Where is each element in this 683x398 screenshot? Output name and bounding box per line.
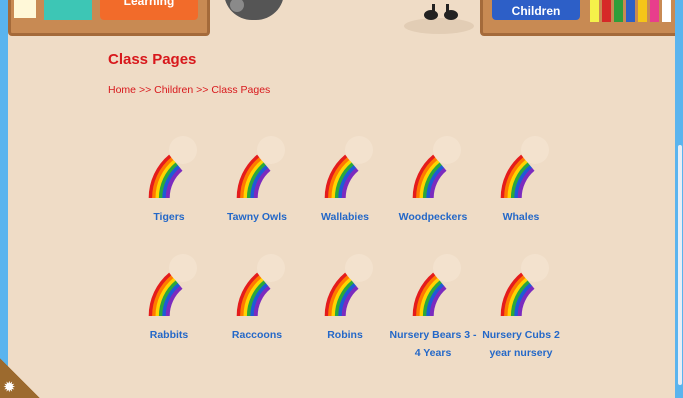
- gear-icon: ✹: [3, 379, 16, 396]
- menu-block[interactable]: [14, 0, 36, 18]
- settings-corner[interactable]: ✹: [0, 358, 40, 398]
- menu-block-teal[interactable]: [44, 0, 92, 20]
- rainbow-icon: [301, 236, 389, 318]
- book: [662, 0, 671, 22]
- class-name: Tigers: [153, 211, 185, 223]
- rainbow-icon: [125, 236, 213, 318]
- book: [638, 0, 647, 22]
- book: [614, 0, 623, 22]
- class-card-raccoons[interactable]: Raccoons: [213, 236, 301, 362]
- scrollbar-thumb[interactable]: [678, 145, 682, 385]
- class-name: Wallabies: [320, 211, 370, 223]
- scrollbar[interactable]: [675, 0, 683, 398]
- page-title: Class Pages: [108, 51, 197, 68]
- nav-learning-button[interactable]: Learning: [100, 0, 198, 20]
- class-name: Tawny Owls: [227, 211, 287, 223]
- class-name: Rabbits: [149, 329, 189, 341]
- class-name: Woodpeckers: [398, 211, 468, 223]
- class-card-whales[interactable]: Whales: [477, 118, 565, 226]
- mascot-image: [224, 0, 284, 20]
- class-name: Raccoons: [231, 329, 283, 341]
- page: Learning Children Class Pages Home >> Ch…: [8, 0, 675, 398]
- class-card-robins[interactable]: Robins: [301, 236, 389, 362]
- rainbow-icon: [389, 118, 477, 200]
- class-name: Nursery Cubs 2 year nursery: [482, 329, 560, 359]
- book: [602, 0, 611, 22]
- rainbow-icon: [125, 118, 213, 200]
- rainbow-icon: [477, 118, 565, 200]
- class-card-woodpeckers[interactable]: Woodpeckers: [389, 118, 477, 226]
- class-card-nursery-cubs[interactable]: Nursery Cubs 2 year nursery: [477, 236, 565, 362]
- book: [626, 0, 635, 22]
- breadcrumb-separator: >>: [138, 84, 152, 96]
- book: [590, 0, 599, 22]
- class-card-nursery-bears[interactable]: Nursery Bears 3 - 4 Years: [389, 236, 477, 362]
- rainbow-icon: [477, 236, 565, 318]
- breadcrumb: Home >> Children >> Class Pages: [108, 84, 270, 96]
- rainbow-icon: [301, 118, 389, 200]
- books-decoration: [590, 0, 675, 22]
- breadcrumb-separator: >>: [196, 84, 209, 96]
- class-card-tawny-owls[interactable]: Tawny Owls: [213, 118, 301, 226]
- nav-children-button[interactable]: Children: [492, 0, 580, 20]
- breadcrumb-current: Class Pages: [211, 84, 271, 96]
- breadcrumb-home-link[interactable]: Home: [108, 84, 136, 96]
- rainbow-icon: [213, 118, 301, 200]
- breadcrumb-children-link[interactable]: Children: [154, 84, 193, 96]
- class-name: Robins: [327, 329, 363, 341]
- book: [650, 0, 659, 22]
- class-name: Whales: [502, 211, 540, 223]
- class-name: Nursery Bears 3 - 4 Years: [389, 329, 477, 359]
- mascot-feet-image: [404, 4, 474, 34]
- rainbow-icon: [389, 236, 477, 318]
- class-card-tigers[interactable]: Tigers: [125, 118, 213, 226]
- class-grid: Tigers Tawny Owls Wallabies Woodpeckers …: [125, 118, 571, 362]
- rainbow-icon: [213, 236, 301, 318]
- class-card-rabbits[interactable]: Rabbits: [125, 236, 213, 362]
- class-card-wallabies[interactable]: Wallabies: [301, 118, 389, 226]
